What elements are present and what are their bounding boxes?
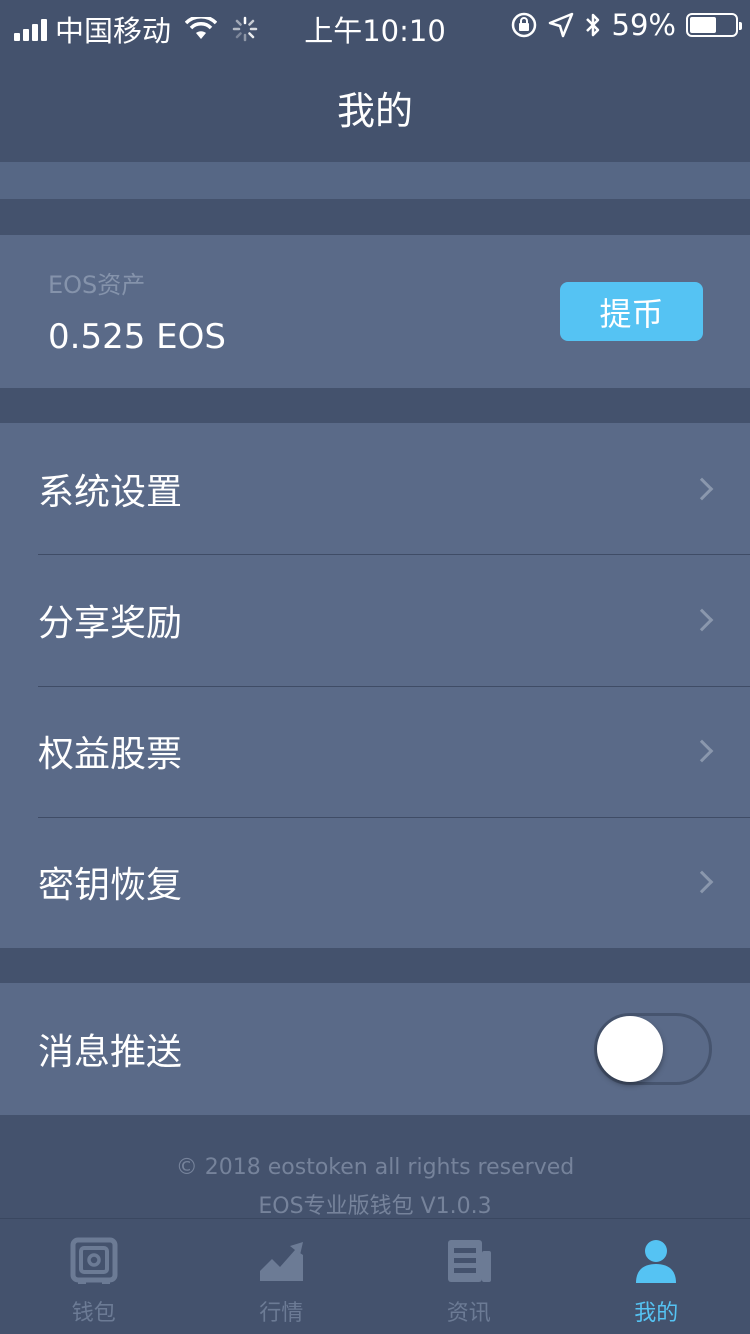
asset-label: EOS资产 — [48, 271, 146, 299]
divider-band — [0, 162, 750, 199]
bluetooth-icon — [585, 13, 599, 37]
chevron-right-icon — [690, 871, 714, 894]
chevron-right-icon — [690, 477, 714, 500]
push-notification-toggle[interactable] — [594, 1013, 712, 1085]
chevron-right-icon — [690, 739, 714, 763]
tab-wallet[interactable]: 钱包 — [0, 1219, 188, 1334]
status-right: 59% — [510, 8, 742, 42]
tab-bar: 钱包 行情 资讯 我的 — [0, 1218, 750, 1334]
menu-item-equity-shares[interactable]: 权益股票 — [0, 685, 750, 817]
menu-item-label: 密钥恢复 — [38, 865, 183, 907]
tab-label: 行情 — [259, 1301, 304, 1326]
orientation-lock-icon — [511, 12, 536, 38]
asset-balance: 0.525 EOS — [48, 317, 226, 357]
wallet-safe-icon — [70, 1237, 118, 1284]
chevron-right-icon — [690, 608, 714, 632]
news-icon — [447, 1240, 491, 1282]
withdraw-button[interactable]: 提币 — [560, 282, 703, 341]
tab-label: 资讯 — [446, 1301, 491, 1326]
copyright-text: © 2018 eostoken all rights reserved — [175, 1155, 575, 1180]
market-chart-icon — [260, 1242, 304, 1281]
toggle-knob — [597, 1016, 663, 1082]
menu-item-label: 系统设置 — [38, 471, 183, 513]
eos-asset-card: EOS资产 0.525 EOS 提币 — [0, 235, 750, 388]
menu-item-system-settings[interactable]: 系统设置 — [0, 423, 750, 554]
tab-me[interactable]: 我的 — [563, 1219, 750, 1334]
tab-news[interactable]: 资讯 — [375, 1219, 563, 1334]
tab-label: 钱包 — [71, 1301, 116, 1326]
menu-item-key-recovery[interactable]: 密钥恢复 — [0, 816, 750, 948]
profile-icon — [636, 1240, 677, 1283]
push-notification-label: 消息推送 — [38, 1032, 183, 1073]
location-arrow-icon — [548, 12, 573, 38]
status-bar: 中国移动 上午10:10 59% — [0, 0, 750, 52]
menu-item-share-rewards[interactable]: 分享奖励 — [0, 554, 750, 685]
page-title: 我的 — [336, 88, 413, 133]
menu-item-label: 分享奖励 — [38, 602, 183, 644]
battery-level — [690, 17, 716, 33]
battery-percent: 59% — [611, 8, 676, 42]
tab-market[interactable]: 行情 — [188, 1219, 376, 1334]
tab-label: 我的 — [634, 1301, 679, 1326]
settings-menu: 系统设置 分享奖励 权益股票 密钥恢复 — [0, 423, 750, 948]
push-notification-row: 消息推送 — [0, 983, 750, 1115]
divider-band — [0, 199, 750, 235]
battery-icon — [686, 13, 742, 37]
menu-item-label: 权益股票 — [38, 734, 183, 776]
footer: © 2018 eostoken all rights reserved EOS专… — [0, 1148, 750, 1226]
